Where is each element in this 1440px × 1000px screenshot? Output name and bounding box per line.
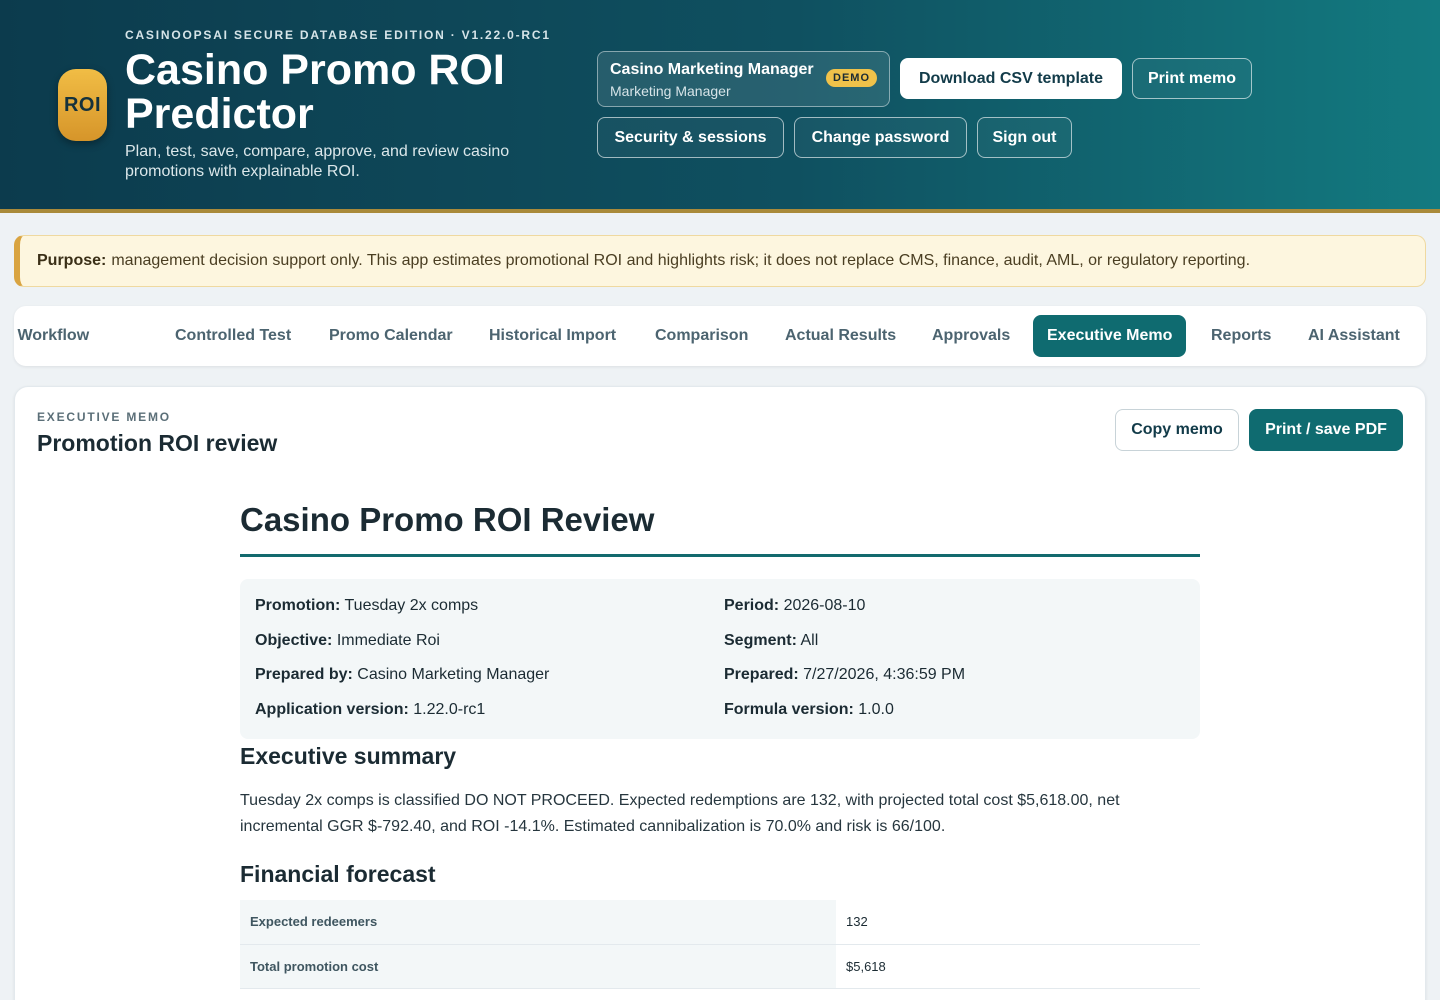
copy-memo-button[interactable]: Copy memo [1115,409,1239,451]
tab-actual-results[interactable]: Actual Results [771,315,910,357]
meta-prepared-by-label: Prepared by: [255,666,353,683]
app-title: Casino Promo ROI Predictor [125,46,505,138]
tab-approvals[interactable]: Approvals [918,315,1024,357]
tab-historical-import[interactable]: Historical Import [475,315,630,357]
purpose-text: management decision support only. This a… [111,252,1251,269]
meta-formula-version: Formula version: 1.0.0 [724,701,894,719]
forecast-table: Expected redeemers 132 Total promotion c… [240,900,1200,989]
meta-formula-version-value: 1.0.0 [858,701,894,718]
meta-period-label: Period: [724,597,780,614]
meta-promotion-label: Promotion: [255,597,341,614]
section-eyebrow: EXECUTIVE MEMO [37,410,171,424]
tab-ai-assistant[interactable]: AI Assistant [1294,315,1414,357]
security-sessions-button[interactable]: Security & sessions [597,117,784,158]
tab-promo-calendar[interactable]: Promo Calendar [315,315,467,357]
tab-bar: Promotion Workflow Controlled Test Promo… [14,306,1426,366]
print-memo-button[interactable]: Print memo [1132,58,1252,99]
memo-title: Casino Promo ROI Review [240,497,1200,557]
app-subtitle: Plan, test, save, compare, approve, and … [125,143,510,180]
print-save-pdf-button[interactable]: Print / save PDF [1249,409,1403,451]
meta-app-version-label: Application version: [255,701,409,718]
meta-segment: Segment: All [724,632,818,650]
forecast-heading: Financial forecast [240,861,436,887]
sign-out-button[interactable]: Sign out [977,117,1072,158]
summary-text: Tuesday 2x comps is classified DO NOT PR… [240,792,1120,835]
meta-promotion: Promotion: Tuesday 2x comps [255,597,478,615]
memo-meta: Promotion: Tuesday 2x comps Period: 2026… [240,579,1200,739]
forecast-label: Total promotion cost [240,944,836,989]
purpose-banner: Purpose: management decision support onl… [14,235,1426,287]
app-header: ROI CASINOOPSAI SECURE DATABASE EDITION … [0,0,1440,213]
table-row: Total promotion cost $5,618 [240,944,1200,989]
download-csv-button[interactable]: Download CSV template [900,58,1122,99]
forecast-value: $5,618 [836,944,1200,989]
meta-app-version-value: 1.22.0-rc1 [413,701,486,718]
meta-formula-version-label: Formula version: [724,701,854,718]
tab-controlled-test[interactable]: Controlled Test [161,315,305,357]
user-card: Casino Marketing Manager Marketing Manag… [597,51,890,107]
meta-prepared-value: 7/27/2026, 4:36:59 PM [803,666,966,683]
tab-comparison[interactable]: Comparison [641,315,762,357]
meta-objective-value: Immediate Roi [336,632,440,649]
meta-period: Period: 2026-08-10 [724,597,865,615]
summary-heading: Executive summary [240,743,457,769]
demo-badge: DEMO [826,69,877,87]
meta-prepared-label: Prepared: [724,666,799,683]
meta-segment-value: All [800,632,819,649]
tab-promotion-workflow[interactable]: Promotion Workflow [14,315,103,357]
memo-document: Casino Promo ROI Review Promotion: Tuesd… [240,497,1200,989]
meta-app-version: Application version: 1.22.0-rc1 [255,701,485,719]
memo-panel: EXECUTIVE MEMO Promotion ROI review Copy… [14,386,1426,1000]
meta-segment-label: Segment: [724,632,797,649]
forecast-label: Expected redeemers [240,900,836,945]
meta-period-value: 2026-08-10 [783,597,866,614]
meta-objective: Objective: Immediate Roi [255,632,440,650]
meta-prepared-by-value: Casino Marketing Manager [357,666,550,683]
meta-prepared-by: Prepared by: Casino Marketing Manager [255,666,549,684]
section-title: Promotion ROI review [37,430,278,456]
purpose-label: Purpose: [37,252,107,269]
table-row: Expected redeemers 132 [240,900,1200,945]
roi-logo: ROI [58,69,107,141]
change-password-button[interactable]: Change password [794,117,967,158]
tab-reports[interactable]: Reports [1197,315,1285,357]
tab-executive-memo[interactable]: Executive Memo [1033,315,1187,357]
meta-promotion-value: Tuesday 2x comps [344,597,479,614]
meta-prepared: Prepared: 7/27/2026, 4:36:59 PM [724,666,965,684]
edition-label: CASINOOPSAI SECURE DATABASE EDITION · V1… [125,28,551,42]
forecast-value: 132 [836,900,1200,945]
meta-objective-label: Objective: [255,632,333,649]
